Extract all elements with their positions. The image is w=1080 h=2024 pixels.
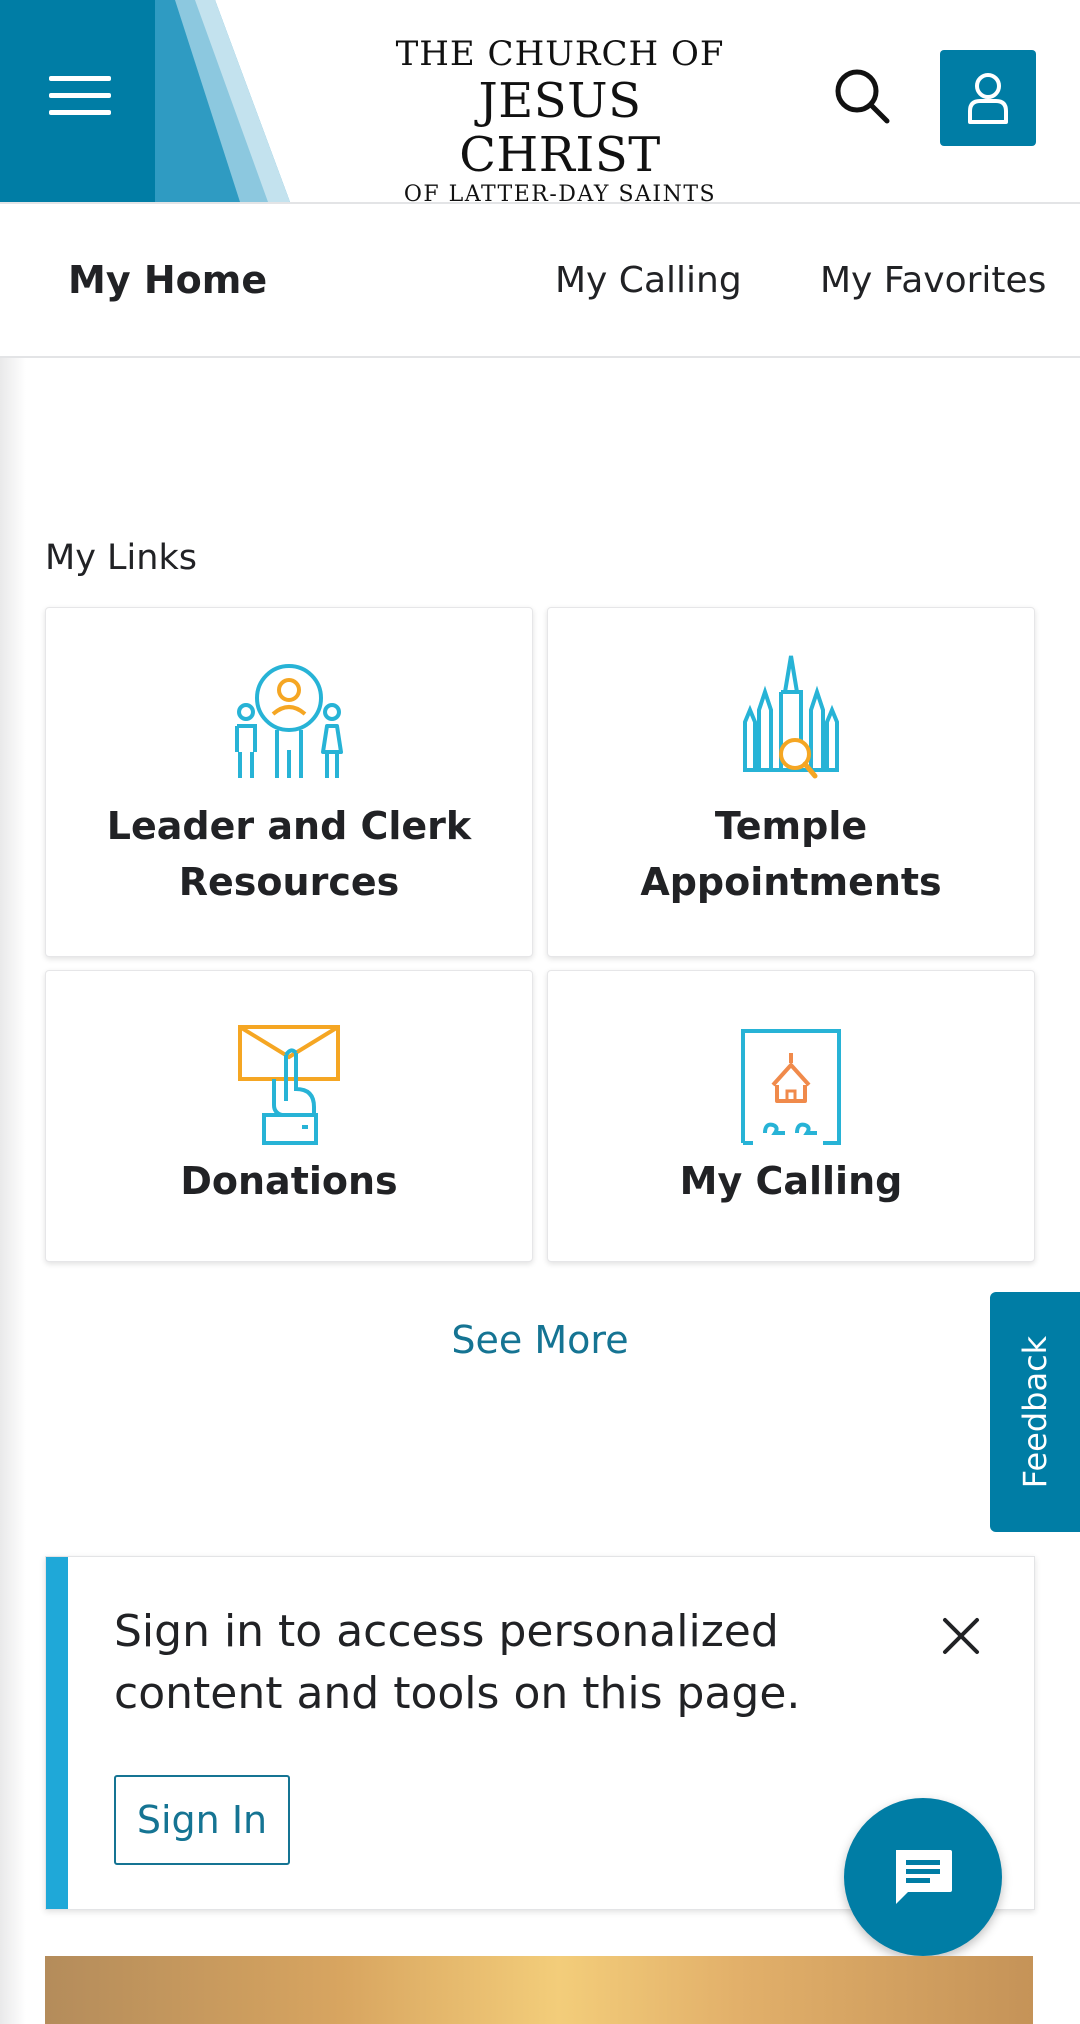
feedback-label: Feedback [1016, 1335, 1055, 1489]
search-icon [835, 69, 890, 124]
page-edge-shadow [0, 358, 26, 2024]
card-label-line-2: Resources [178, 860, 400, 904]
leader-clerk-icon [235, 664, 343, 778]
notice-message: Sign in to access personalized content a… [114, 1601, 814, 1725]
sign-in-button[interactable]: Sign In [114, 1775, 290, 1865]
site-header: THE CHURCH OF JESUS CHRIST OF LATTER-DAY… [0, 0, 1080, 207]
hamburger-icon [49, 76, 111, 115]
chat-icon [896, 1850, 952, 1904]
my-links-heading: My Links [45, 538, 197, 578]
tab-my-favorites[interactable]: My Favorites [820, 204, 1046, 356]
card-label-line-1: Leader and Clerk [106, 804, 472, 848]
menu-button[interactable] [30, 46, 130, 146]
chat-button[interactable] [844, 1798, 1002, 1956]
notice-accent-bar [46, 1557, 68, 1909]
calling-icon [741, 1029, 841, 1145]
tab-my-calling[interactable]: My Calling [555, 204, 742, 356]
notice-line-2: content and tools on this page. [114, 1668, 801, 1719]
hero-image [45, 1956, 1033, 2024]
card-label-line-1: My Calling [679, 1159, 903, 1203]
card-label-line-1: Temple [714, 804, 868, 848]
close-icon [943, 1618, 979, 1654]
feedback-tab[interactable]: Feedback [990, 1292, 1080, 1532]
search-button[interactable] [822, 56, 902, 136]
logo-line-1: THE CHURCH OF [395, 34, 725, 74]
card-label-line-2: Appointments [640, 860, 942, 904]
notice-line-1: Sign in to access personalized [114, 1606, 779, 1657]
card-temple-appointments[interactable]: Temple Appointments [547, 607, 1035, 957]
notice-close-button[interactable] [926, 1601, 996, 1671]
church-logo[interactable]: THE CHURCH OF JESUS CHRIST OF LATTER-DAY… [380, 34, 740, 207]
user-icon [968, 73, 1008, 124]
see-more-link[interactable]: See More [420, 1318, 660, 1362]
logo-line-2: JESUS CHRIST [459, 73, 661, 183]
donations-icon [238, 1025, 340, 1145]
tab-my-home[interactable]: My Home [68, 204, 267, 356]
card-donations[interactable]: Donations [45, 970, 533, 1262]
account-button[interactable] [940, 50, 1036, 146]
tab-bar: My Home My Calling My Favorites [0, 204, 1080, 358]
card-leader-clerk-resources[interactable]: Leader and Clerk Resources [45, 607, 533, 957]
card-my-calling[interactable]: My Calling [547, 970, 1035, 1262]
card-label-line-1: Donations [180, 1159, 398, 1203]
temple-search-icon [743, 655, 839, 779]
